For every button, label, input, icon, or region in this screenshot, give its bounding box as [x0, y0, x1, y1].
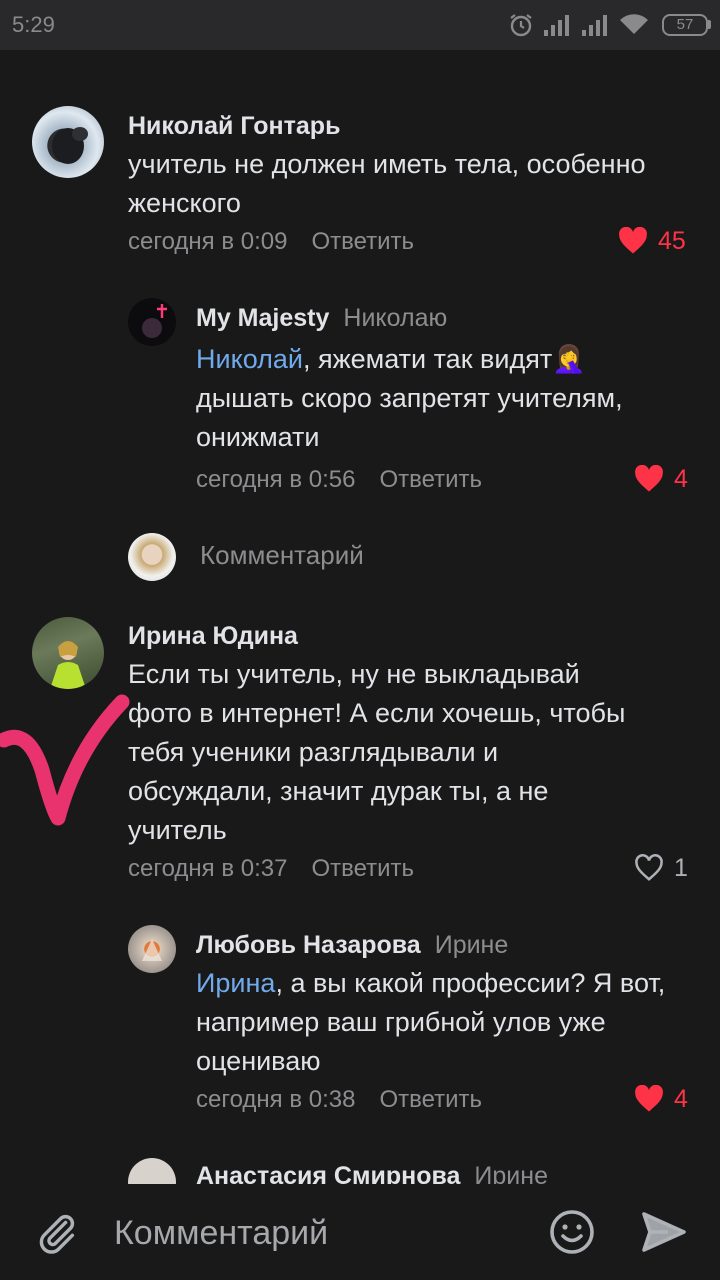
comment-author[interactable]: Николай Гонтарь: [128, 112, 340, 141]
inline-reply-input[interactable]: Комментарий: [200, 540, 364, 571]
comment-meta: сегодня в 0:56 Ответить: [196, 466, 482, 494]
heart-filled-icon: [635, 1085, 663, 1112]
signal-icon-2: [582, 15, 607, 36]
like-count: 45: [658, 226, 686, 255]
avatar[interactable]: [128, 925, 176, 973]
mention-link[interactable]: Ирина: [196, 968, 275, 998]
author-link[interactable]: Анастасия Смирнова: [196, 1162, 460, 1184]
comment-author[interactable]: Ирина Юдина: [128, 622, 298, 651]
author-link[interactable]: My Majesty: [196, 304, 329, 332]
battery-tip: [708, 20, 711, 29]
reply-button[interactable]: Ответить: [379, 1086, 482, 1113]
comment-meta: сегодня в 0:09 Ответить: [128, 228, 414, 256]
comment-author: Любовь Назарова Ирине: [196, 931, 508, 960]
comment-date: сегодня в 0:37: [128, 855, 288, 882]
avatar[interactable]: [32, 617, 104, 689]
comment-meta: сегодня в 0:37 Ответить: [128, 855, 414, 883]
comment-text: Если ты учитель, ну не выкладывай фото в…: [128, 659, 626, 845]
reply-button[interactable]: Ответить: [311, 228, 414, 255]
comment-text: учитель не должен иметь тела, особенно ж…: [128, 149, 646, 218]
like-button[interactable]: 4: [634, 464, 688, 494]
status-time: 5:29: [12, 12, 55, 37]
comment-author: My Majesty Николаю: [196, 304, 447, 333]
checkmark-annotation: [0, 694, 130, 826]
comment-composer: Комментарий: [0, 1184, 720, 1280]
avatar[interactable]: [128, 298, 176, 346]
current-user-avatar: [128, 533, 176, 581]
heart-outline-icon: [635, 854, 663, 881]
like-count: 1: [674, 853, 688, 882]
wifi-icon: [620, 14, 648, 34]
author-link[interactable]: Любовь Назарова: [196, 931, 421, 959]
signal-icon: [544, 15, 569, 36]
comment-date: сегодня в 0:09: [128, 228, 288, 255]
battery-indicator: 57: [662, 14, 708, 36]
like-button[interactable]: 45: [618, 226, 686, 256]
heart-filled-icon: [635, 465, 663, 492]
reply-button[interactable]: Ответить: [311, 855, 414, 882]
comment-meta: сегодня в 0:38 Ответить: [196, 1086, 482, 1114]
smiley-icon[interactable]: [548, 1208, 596, 1256]
alarm-icon: [510, 14, 532, 37]
comment-input[interactable]: Комментарий: [114, 1214, 328, 1253]
like-count: 4: [674, 1084, 688, 1113]
avatar[interactable]: [128, 1158, 176, 1184]
like-button[interactable]: 1: [634, 853, 688, 883]
like-count: 4: [674, 464, 688, 493]
reply-button[interactable]: Ответить: [379, 466, 482, 493]
reply-to[interactable]: Ирине: [435, 931, 509, 959]
comment-text: Николай, яжемати так видят🤦‍♀️ дышать ск…: [196, 344, 623, 452]
heart-filled-icon: [619, 227, 647, 254]
status-bar: 5:29 57: [0, 0, 720, 50]
comment-partial: Анастасия Смирнова Ирине: [0, 1150, 720, 1184]
comment-date: сегодня в 0:56: [196, 466, 356, 493]
paperclip-icon[interactable]: [34, 1210, 80, 1256]
reply-to[interactable]: Николаю: [343, 304, 447, 332]
comment-text: Ирина, а вы какой профессии? Я вот, напр…: [196, 968, 666, 1076]
comment-author: Анастасия Смирнова Ирине: [196, 1162, 548, 1184]
reply-to[interactable]: Ирине: [474, 1162, 548, 1184]
comment-date: сегодня в 0:38: [196, 1086, 356, 1113]
like-button[interactable]: 4: [634, 1084, 688, 1114]
send-icon[interactable]: [640, 1208, 688, 1256]
mention-link[interactable]: Николай: [196, 344, 303, 374]
avatar[interactable]: [32, 106, 104, 178]
